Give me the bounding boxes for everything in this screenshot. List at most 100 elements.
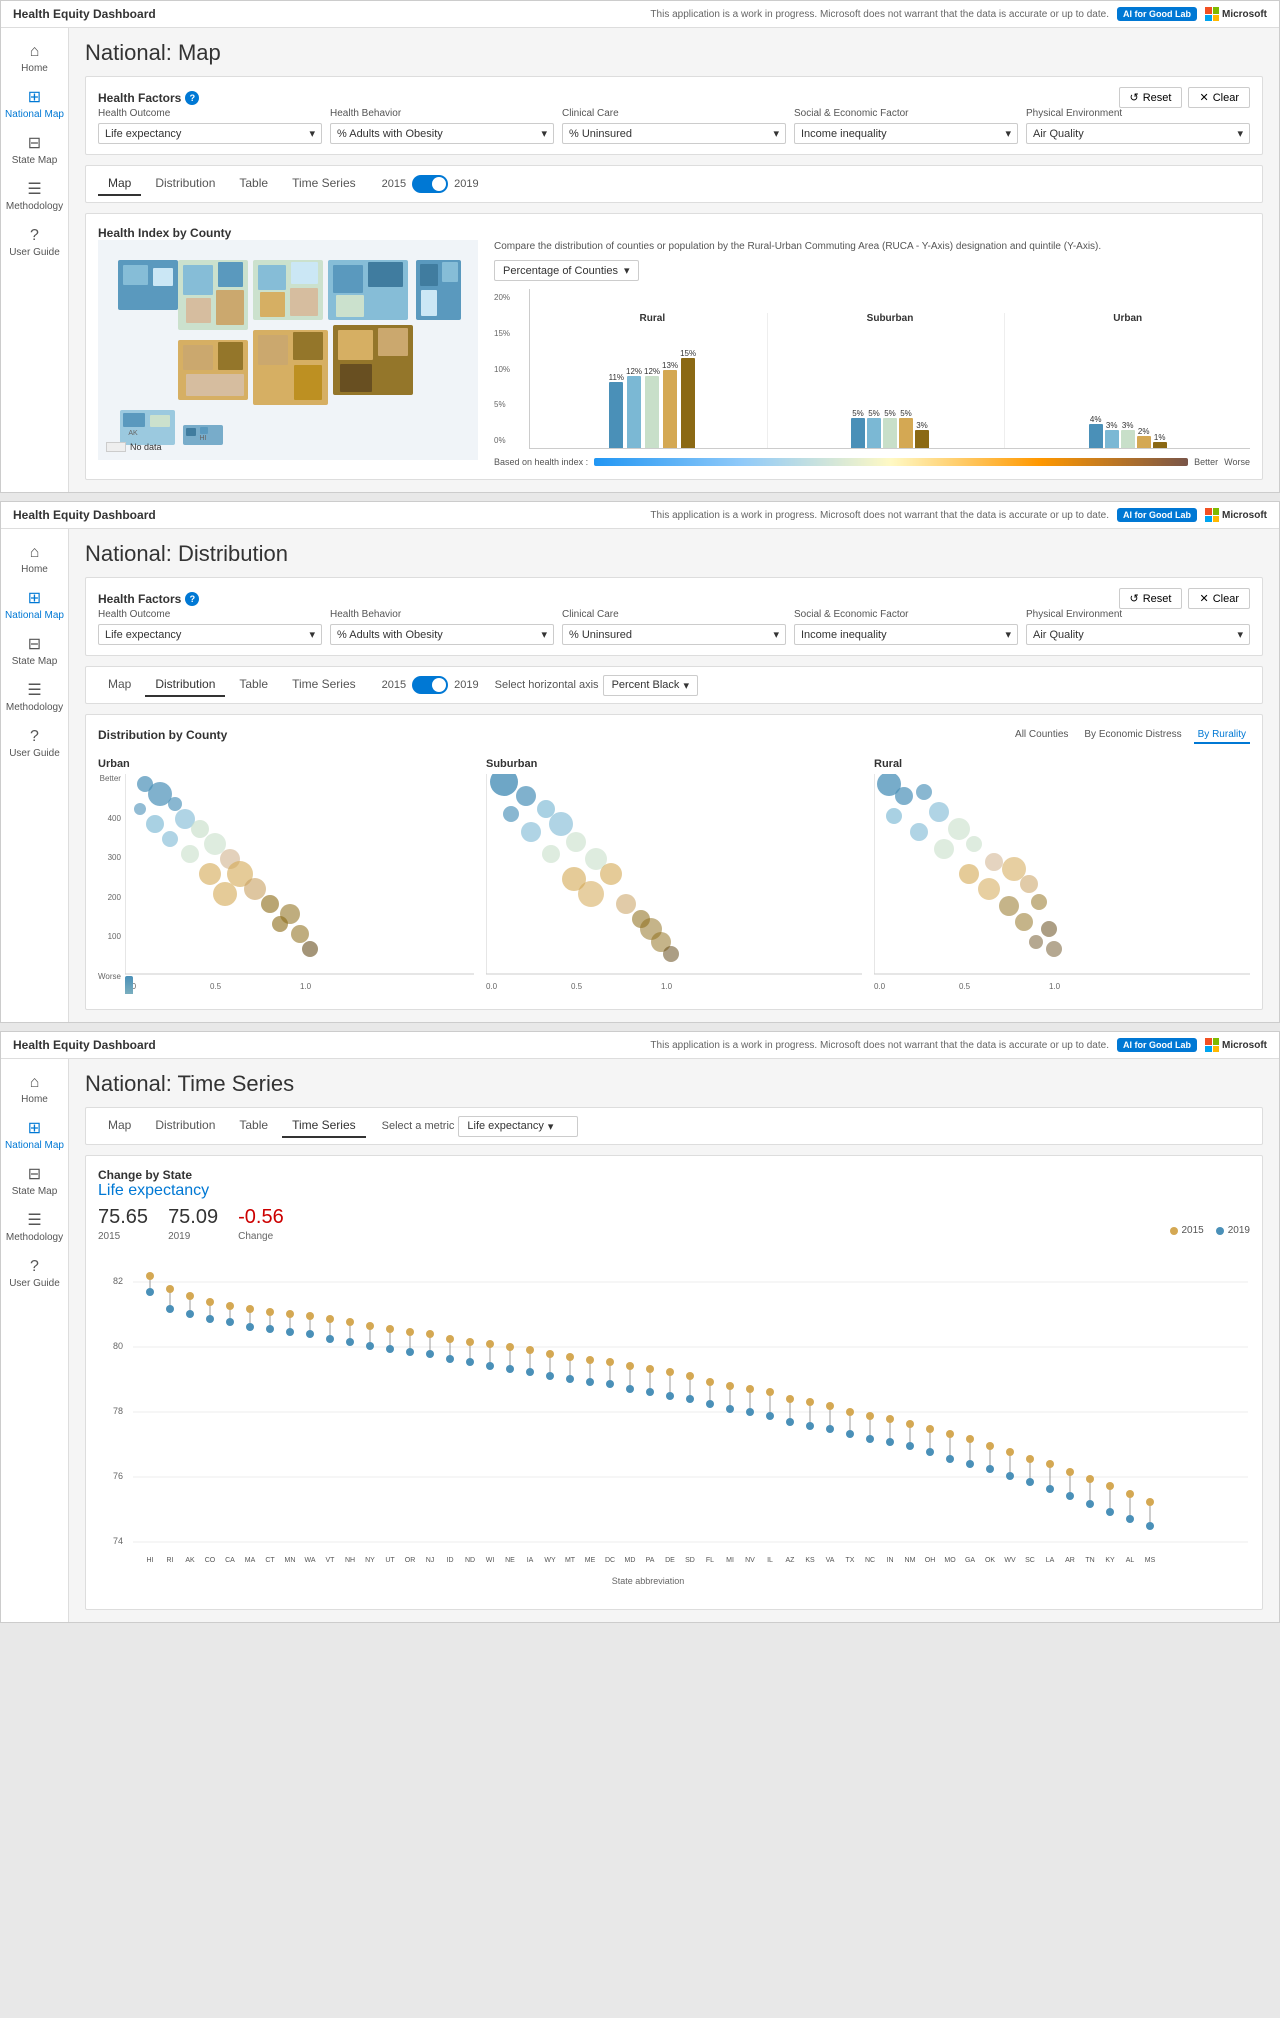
sidebar-3-method[interactable]: ☰ Methodology bbox=[1, 1205, 68, 1251]
tab-table-2[interactable]: Table bbox=[229, 673, 278, 697]
hf-title-2: Health Factors ? bbox=[98, 592, 199, 606]
y-axis-labels: 20% 15% 10% 5% 0% bbox=[494, 289, 510, 449]
sidebar-item-national-map[interactable]: ⊞ National Map bbox=[1, 82, 68, 128]
hf-left-2: Health Factors ? bbox=[98, 592, 199, 606]
dropdown-select-behavior[interactable]: % Adults with Obesity ▾ bbox=[330, 123, 554, 144]
sidebar-item-methodology[interactable]: ☰ Methodology bbox=[1, 174, 68, 220]
sidebar-2-guide[interactable]: ? User Guide bbox=[1, 721, 68, 767]
app-title-3: Health Equity Dashboard bbox=[13, 1038, 156, 1052]
d2-clinical: Clinical Care % Uninsured ▾ bbox=[562, 609, 786, 645]
svg-text:ID: ID bbox=[447, 1557, 454, 1564]
info-icon-1[interactable]: ? bbox=[185, 91, 199, 105]
tab-time-series-1[interactable]: Time Series bbox=[282, 172, 366, 196]
ts-chart-wrapper: 82 80 78 76 74 bbox=[98, 1254, 1250, 1597]
ts-stat-2019: 75.09 2019 bbox=[168, 1206, 218, 1242]
svg-text:AK: AK bbox=[128, 430, 138, 437]
sidebar-2-national[interactable]: ⊞ National Map bbox=[1, 583, 68, 629]
svg-text:AL: AL bbox=[1126, 1557, 1135, 1564]
svg-text:74: 74 bbox=[113, 1536, 123, 1546]
d2-select-behavior[interactable]: % Adults with Obesity ▾ bbox=[330, 624, 554, 645]
sidebar-item-state-map[interactable]: ⊟ State Map bbox=[1, 128, 68, 174]
chevron-down-icon-3: ▾ bbox=[773, 127, 779, 140]
filter-economic[interactable]: By Economic Distress bbox=[1080, 727, 1185, 744]
sidebar-label-state-map: State Map bbox=[12, 155, 58, 166]
rural-label: Rural bbox=[640, 313, 666, 324]
svg-text:AK: AK bbox=[185, 1557, 195, 1564]
y-label-0: 0% bbox=[494, 436, 510, 445]
tab-time-series-3[interactable]: Time Series bbox=[282, 1114, 366, 1138]
clear-icon-2: ✕ bbox=[1199, 592, 1208, 605]
tab-time-series-2[interactable]: Time Series bbox=[282, 673, 366, 697]
sidebar-2-method[interactable]: ☰ Methodology bbox=[1, 675, 68, 721]
svg-text:MS: MS bbox=[1145, 1557, 1156, 1564]
svg-text:1.0: 1.0 bbox=[300, 982, 312, 991]
svg-text:PA: PA bbox=[646, 1557, 655, 1564]
filter-rurality[interactable]: By Rurality bbox=[1194, 727, 1250, 744]
svg-text:WV: WV bbox=[1004, 1557, 1016, 1564]
tab-table-1[interactable]: Table bbox=[229, 172, 278, 196]
sidebar-item-user-guide[interactable]: ? User Guide bbox=[1, 220, 68, 266]
ms-logo-2 bbox=[1205, 508, 1219, 522]
d2-select-clinical[interactable]: % Uninsured ▾ bbox=[562, 624, 786, 645]
reset-button-1[interactable]: ↺ Reset bbox=[1119, 87, 1183, 108]
ts-stats-row: Life expectancy 75.65 2015 75.09 2019 bbox=[98, 1182, 1250, 1242]
dropdown-select-outcome[interactable]: Life expectancy ▾ bbox=[98, 123, 322, 144]
dropdown-select-physical[interactable]: Air Quality ▾ bbox=[1026, 123, 1250, 144]
suburban-scatter-svg: 0.0 0.5 1.0 bbox=[486, 774, 862, 994]
dropdown-health-outcome: Health Outcome Life expectancy ▾ bbox=[98, 108, 322, 144]
reset-icon-2: ↺ bbox=[1130, 592, 1139, 605]
svg-text:MT: MT bbox=[565, 1557, 576, 1564]
top-bar-map: Health Equity Dashboard This application… bbox=[1, 1, 1279, 28]
sidebar-3-guide[interactable]: ? User Guide bbox=[1, 1251, 68, 1297]
sidebar-3-home[interactable]: ⌂ Home bbox=[1, 1067, 68, 1113]
tab-table-3[interactable]: Table bbox=[229, 1114, 278, 1138]
dropdown-select-clinical[interactable]: % Uninsured ▾ bbox=[562, 123, 786, 144]
sidebar-2-state[interactable]: ⊟ State Map bbox=[1, 629, 68, 675]
tab-map-3[interactable]: Map bbox=[98, 1114, 141, 1138]
tab-dist-3[interactable]: Distribution bbox=[145, 1114, 225, 1138]
bar-val: 12% bbox=[626, 367, 642, 376]
user-guide-icon: ? bbox=[30, 228, 39, 244]
clear-button-2[interactable]: ✕ Clear bbox=[1188, 588, 1250, 609]
d2-select-outcome[interactable]: Life expectancy ▾ bbox=[98, 624, 322, 645]
sidebar-label-home: Home bbox=[21, 63, 48, 74]
tab-map-2[interactable]: Map bbox=[98, 673, 141, 697]
d2-select-social[interactable]: Income inequality ▾ bbox=[794, 624, 1018, 645]
bar-val: 5% bbox=[884, 409, 896, 418]
bar-val: 3% bbox=[916, 421, 928, 430]
svg-text:1.0: 1.0 bbox=[1049, 982, 1061, 991]
tab-distribution-1[interactable]: Distribution bbox=[145, 172, 225, 196]
svg-text:FL: FL bbox=[706, 1557, 714, 1564]
svg-text:UT: UT bbox=[385, 1557, 395, 1564]
info-icon-2[interactable]: ? bbox=[185, 592, 199, 606]
guide-icon-3: ? bbox=[30, 1259, 39, 1275]
pct-dropdown[interactable]: Percentage of Counties ▾ bbox=[494, 260, 639, 281]
home-icon: ⌂ bbox=[30, 44, 40, 60]
sidebar-3-national[interactable]: ⊞ National Map bbox=[1, 1113, 68, 1159]
sidebar-3-state[interactable]: ⊟ State Map bbox=[1, 1159, 68, 1205]
bar-item: 2% bbox=[1137, 427, 1151, 448]
ts-values-row: 75.65 2015 75.09 2019 -0.56 Change bbox=[98, 1206, 284, 1242]
axis-dropdown[interactable]: Percent Black ▾ bbox=[603, 675, 698, 696]
d2-select-physical[interactable]: Air Quality ▾ bbox=[1026, 624, 1250, 645]
y-200: 200 bbox=[108, 893, 121, 902]
chevron-down-icon-1: ▾ bbox=[309, 127, 315, 140]
clear-button-1[interactable]: ✕ Clear bbox=[1188, 87, 1250, 108]
toggle-switch-1[interactable] bbox=[412, 175, 448, 193]
ts-metric-dropdown[interactable]: Life expectancy ▾ bbox=[458, 1116, 578, 1137]
toggle-switch-2[interactable] bbox=[412, 676, 448, 694]
sidebar-2-home[interactable]: ⌂ Home bbox=[1, 537, 68, 583]
y-label-15: 15% bbox=[494, 329, 510, 338]
method-icon-3: ☰ bbox=[27, 1213, 41, 1229]
bar-item: 3% bbox=[1105, 421, 1119, 448]
dropdown-select-social[interactable]: Income inequality ▾ bbox=[794, 123, 1018, 144]
sidebar-item-home[interactable]: ⌂ Home bbox=[1, 36, 68, 82]
filter-all-counties[interactable]: All Counties bbox=[1011, 727, 1072, 744]
bar-item: 4% bbox=[1089, 415, 1103, 448]
reset-button-2[interactable]: ↺ Reset bbox=[1119, 588, 1183, 609]
health-index-bar: Based on health index : Better Worse bbox=[494, 457, 1250, 467]
tab-map[interactable]: Map bbox=[98, 172, 141, 196]
tab-distribution-2[interactable]: Distribution bbox=[145, 673, 225, 697]
content-dist: National: Distribution Health Factors ? … bbox=[69, 529, 1279, 1022]
ms-logo-3 bbox=[1205, 1038, 1219, 1052]
